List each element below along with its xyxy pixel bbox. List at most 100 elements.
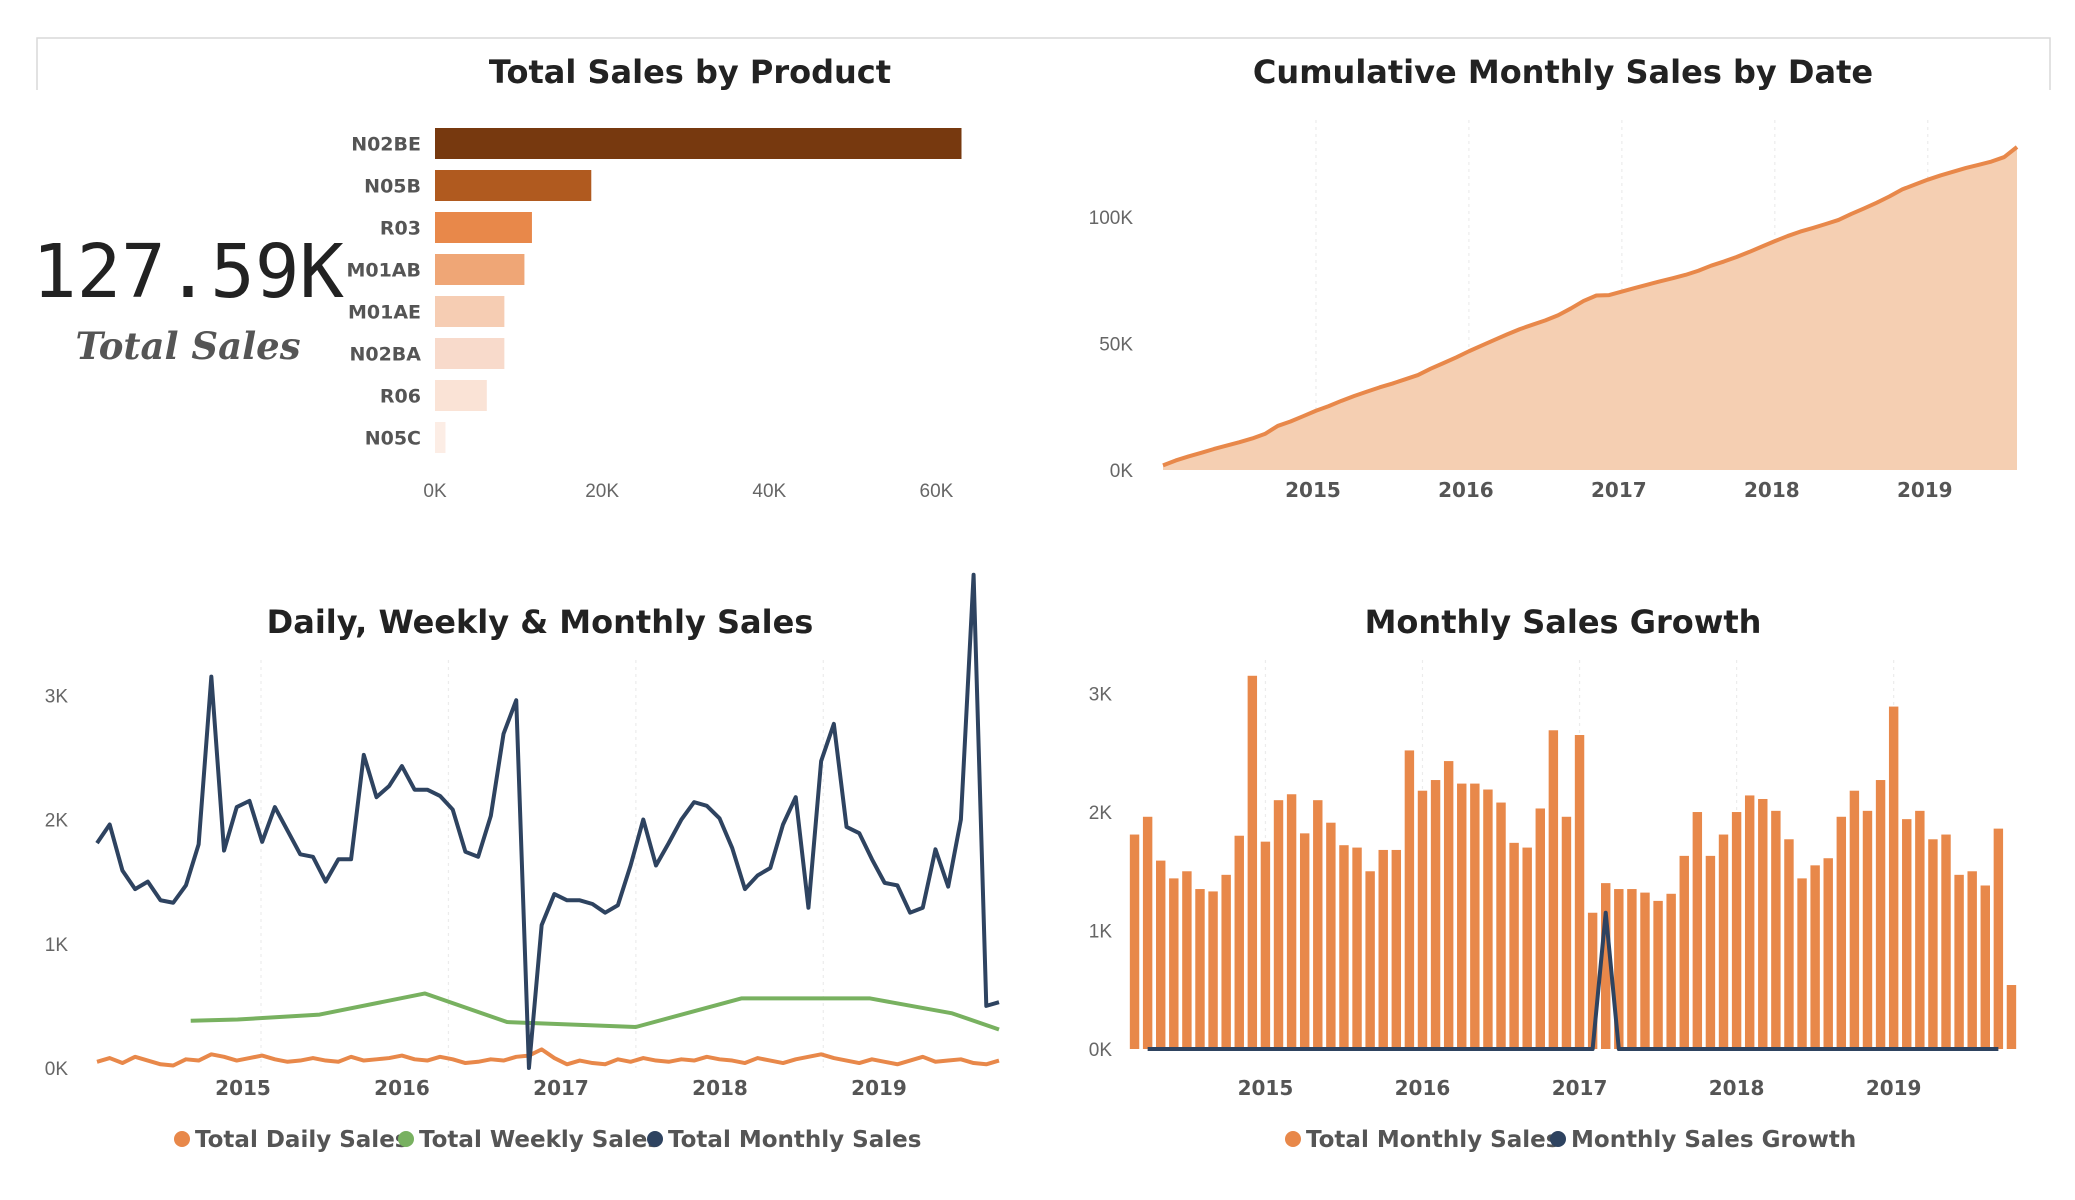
- chart-title-products: Total Sales by Product: [489, 53, 891, 91]
- bar-month: [1156, 860, 1166, 1049]
- bar-month: [1744, 795, 1755, 1049]
- bar-month: [1299, 833, 1310, 1049]
- y-tick-label: 50K: [1099, 334, 1133, 355]
- bar-month: [1823, 858, 1833, 1049]
- bar-month: [1640, 892, 1650, 1049]
- category-label-m01ae: M01AE: [348, 302, 421, 324]
- bar-r06: [435, 380, 487, 411]
- x-tick-label: 2019: [851, 1076, 907, 1100]
- x-tick-label: 2015: [1238, 1076, 1294, 1100]
- bar-month: [1260, 841, 1271, 1049]
- bar-month: [1797, 878, 1807, 1049]
- x-tick-label: 2016: [1395, 1076, 1451, 1100]
- bar-month: [1666, 893, 1676, 1049]
- bar-month: [1430, 780, 1441, 1049]
- legend-marker-daily: [174, 1131, 190, 1147]
- bar-month: [1365, 871, 1375, 1049]
- bar-month: [1849, 790, 1860, 1049]
- bar-month: [1862, 810, 1873, 1049]
- category-label-n02ba: N02BA: [349, 344, 421, 366]
- bar-n02ba: [435, 338, 505, 369]
- bar-month: [1182, 871, 1192, 1049]
- y-tick-label: 1K: [1089, 922, 1113, 943]
- bar-month: [1888, 706, 1899, 1049]
- bar-month: [1221, 874, 1231, 1049]
- bar-month: [1286, 794, 1297, 1049]
- legend-marker-weekly: [398, 1131, 414, 1147]
- bar-month: [1129, 834, 1140, 1049]
- bar-n02be: [435, 128, 962, 159]
- legend-marker-growth: [1550, 1131, 1566, 1147]
- bar-month: [1339, 845, 1349, 1049]
- bar-month: [1443, 761, 1454, 1049]
- legend-dwm: Total Daily Sales Total Weekly Sales Tot…: [174, 1127, 921, 1153]
- chart-products: N02BE N05B R03 M01AB M01AE N02BA R06 N05C 0K 20K 4…: [346, 128, 962, 502]
- bar-month: [1810, 865, 1820, 1049]
- bar-month: [1247, 675, 1258, 1049]
- bar-month: [1718, 834, 1729, 1049]
- y-tick-label: 2K: [1089, 803, 1113, 824]
- bar-month: [1836, 816, 1847, 1049]
- legend-label-monthly: Total Monthly Sales: [668, 1127, 921, 1153]
- bar-n05b: [435, 170, 592, 201]
- bar-month: [1326, 822, 1336, 1049]
- x-tick-label: 2019: [1897, 478, 1953, 502]
- bar-month: [1915, 810, 1925, 1049]
- bar-month: [1391, 849, 1402, 1049]
- x-tick-label: 60K: [920, 481, 954, 502]
- chart-dwm: 2015 2016 2017 2018 2019 0K 1K 2K 3K: [45, 572, 1000, 1100]
- series-line-monthly: [95, 572, 1000, 1070]
- legend-label-daily: Total Daily Sales: [195, 1127, 408, 1153]
- bar-month: [1509, 842, 1519, 1049]
- bar-month: [1404, 750, 1415, 1049]
- x-tick-label: 2017: [1591, 478, 1647, 502]
- x-tick-label: 2016: [1438, 478, 1494, 502]
- chart-cumulative: 2015 2016 2017 2018 2019 0K 50K 100K: [1089, 120, 2019, 502]
- y-tick-label: 100K: [1089, 208, 1134, 229]
- bar-month: [1771, 810, 1781, 1049]
- bar-month: [1496, 802, 1506, 1049]
- bar-month: [1483, 789, 1493, 1049]
- bar-month: [1653, 900, 1663, 1049]
- bar-month: [1784, 839, 1794, 1049]
- x-tick-label: 20K: [585, 481, 619, 502]
- legend-label-weekly: Total Weekly Sales: [419, 1127, 661, 1153]
- bar-month: [1679, 855, 1689, 1049]
- bar-month: [1378, 849, 1388, 1049]
- legend-label-monthly-sales: Total Monthly Sales: [1306, 1127, 1559, 1153]
- x-tick-label: 2016: [374, 1076, 430, 1100]
- bar-month: [1195, 889, 1205, 1049]
- y-tick-label: 0K: [45, 1059, 69, 1080]
- legend-growth: Total Monthly Sales Monthly Sales Growth: [1285, 1127, 1856, 1153]
- category-label-n02be: N02BE: [351, 134, 421, 156]
- bar-month: [1928, 839, 1938, 1049]
- bar-month: [1535, 808, 1545, 1049]
- category-label-r06: R06: [380, 386, 421, 408]
- bar-month: [1875, 780, 1886, 1049]
- bar-r03: [435, 212, 532, 243]
- dashboard: 127.59K Total Sales Total Sales by Produ…: [32, 37, 2051, 1153]
- x-tick-label: 2018: [1744, 478, 1800, 502]
- bar-month: [1954, 874, 1964, 1049]
- y-tick-label: 3K: [1089, 685, 1113, 706]
- legend-marker-monthly: [647, 1131, 663, 1147]
- x-tick-label: 0K: [423, 481, 447, 502]
- chart-title-dwm: Daily, Weekly & Monthly Sales: [267, 603, 814, 641]
- bar-month: [1705, 855, 1716, 1049]
- x-tick-label: 2017: [1552, 1076, 1608, 1100]
- y-tick-label: 0K: [1110, 461, 1134, 482]
- kpi-value: 127.59K: [32, 229, 344, 315]
- category-label-r03: R03: [380, 218, 421, 240]
- x-tick-label: 2015: [1285, 478, 1341, 502]
- series-line-daily: [96, 1047, 1000, 1068]
- bar-month: [1208, 891, 1218, 1049]
- category-label-n05b: N05B: [364, 176, 421, 198]
- bar-month: [1352, 847, 1362, 1049]
- bar-month: [1417, 790, 1428, 1049]
- bar-month: [1731, 812, 1742, 1049]
- y-tick-label: 0K: [1089, 1040, 1113, 1061]
- bar-month: [1522, 847, 1532, 1049]
- bar-month: [2006, 985, 2017, 1049]
- x-tick-label: 2017: [533, 1076, 589, 1100]
- bar-month: [1273, 800, 1284, 1049]
